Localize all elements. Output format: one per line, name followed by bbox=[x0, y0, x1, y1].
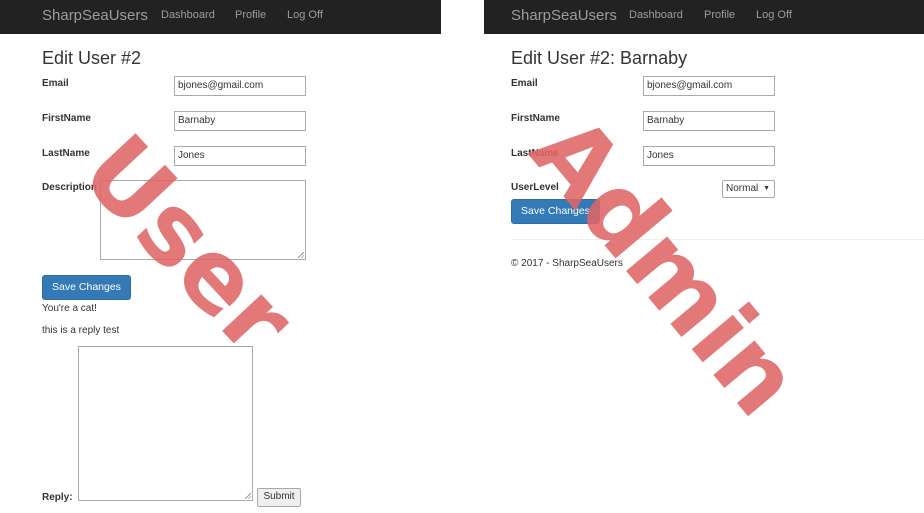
nav-dashboard-link[interactable]: Dashboard bbox=[629, 9, 683, 21]
firstname-field[interactable]: Barnaby bbox=[174, 111, 306, 131]
firstname-field[interactable]: Barnaby bbox=[643, 111, 775, 131]
nav-logoff-link[interactable]: Log Off bbox=[287, 9, 323, 21]
email-field[interactable]: bjones@gmail.com bbox=[643, 76, 775, 96]
submit-button[interactable]: Submit bbox=[257, 488, 301, 507]
brand-link[interactable]: SharpSeaUsers bbox=[42, 7, 148, 24]
caret-down-icon: ▼ bbox=[763, 185, 770, 192]
navbar: SharpSeaUsers Dashboard Profile Log Off bbox=[0, 0, 441, 34]
lastname-field[interactable]: Jones bbox=[643, 146, 775, 166]
lastname-field[interactable]: Jones bbox=[174, 146, 306, 166]
firstname-label: FirstName bbox=[42, 113, 91, 124]
firstname-label: FirstName bbox=[511, 113, 560, 124]
nav-dashboard-link[interactable]: Dashboard bbox=[161, 9, 215, 21]
save-changes-button[interactable]: Save Changes bbox=[42, 275, 131, 300]
userlevel-selected-value: Normal bbox=[726, 183, 759, 194]
lastname-label: LastName bbox=[42, 148, 90, 159]
nav-profile-link[interactable]: Profile bbox=[235, 9, 266, 21]
reply-label: Reply: bbox=[42, 492, 73, 503]
admin-view-panel: SharpSeaUsers Dashboard Profile Log Off … bbox=[484, 0, 924, 513]
email-field[interactable]: bjones@gmail.com bbox=[174, 76, 306, 96]
resize-grip-icon[interactable] bbox=[245, 493, 251, 499]
user-view-panel: SharpSeaUsers Dashboard Profile Log Off … bbox=[0, 0, 441, 513]
resize-grip-icon[interactable] bbox=[298, 252, 304, 258]
email-label: Email bbox=[42, 78, 69, 89]
message-text: You're a cat! bbox=[42, 303, 97, 314]
brand-link[interactable]: SharpSeaUsers bbox=[511, 7, 617, 24]
navbar: SharpSeaUsers Dashboard Profile Log Off bbox=[484, 0, 924, 34]
nav-profile-link[interactable]: Profile bbox=[704, 9, 735, 21]
email-label: Email bbox=[511, 78, 538, 89]
page-title: Edit User #2 bbox=[42, 48, 142, 68]
message-text: this is a reply test bbox=[42, 325, 120, 336]
page-title: Edit User #2: Barnaby bbox=[511, 48, 688, 68]
userlevel-select[interactable]: Normal ▼ bbox=[722, 180, 775, 198]
nav-logoff-link[interactable]: Log Off bbox=[756, 9, 792, 21]
